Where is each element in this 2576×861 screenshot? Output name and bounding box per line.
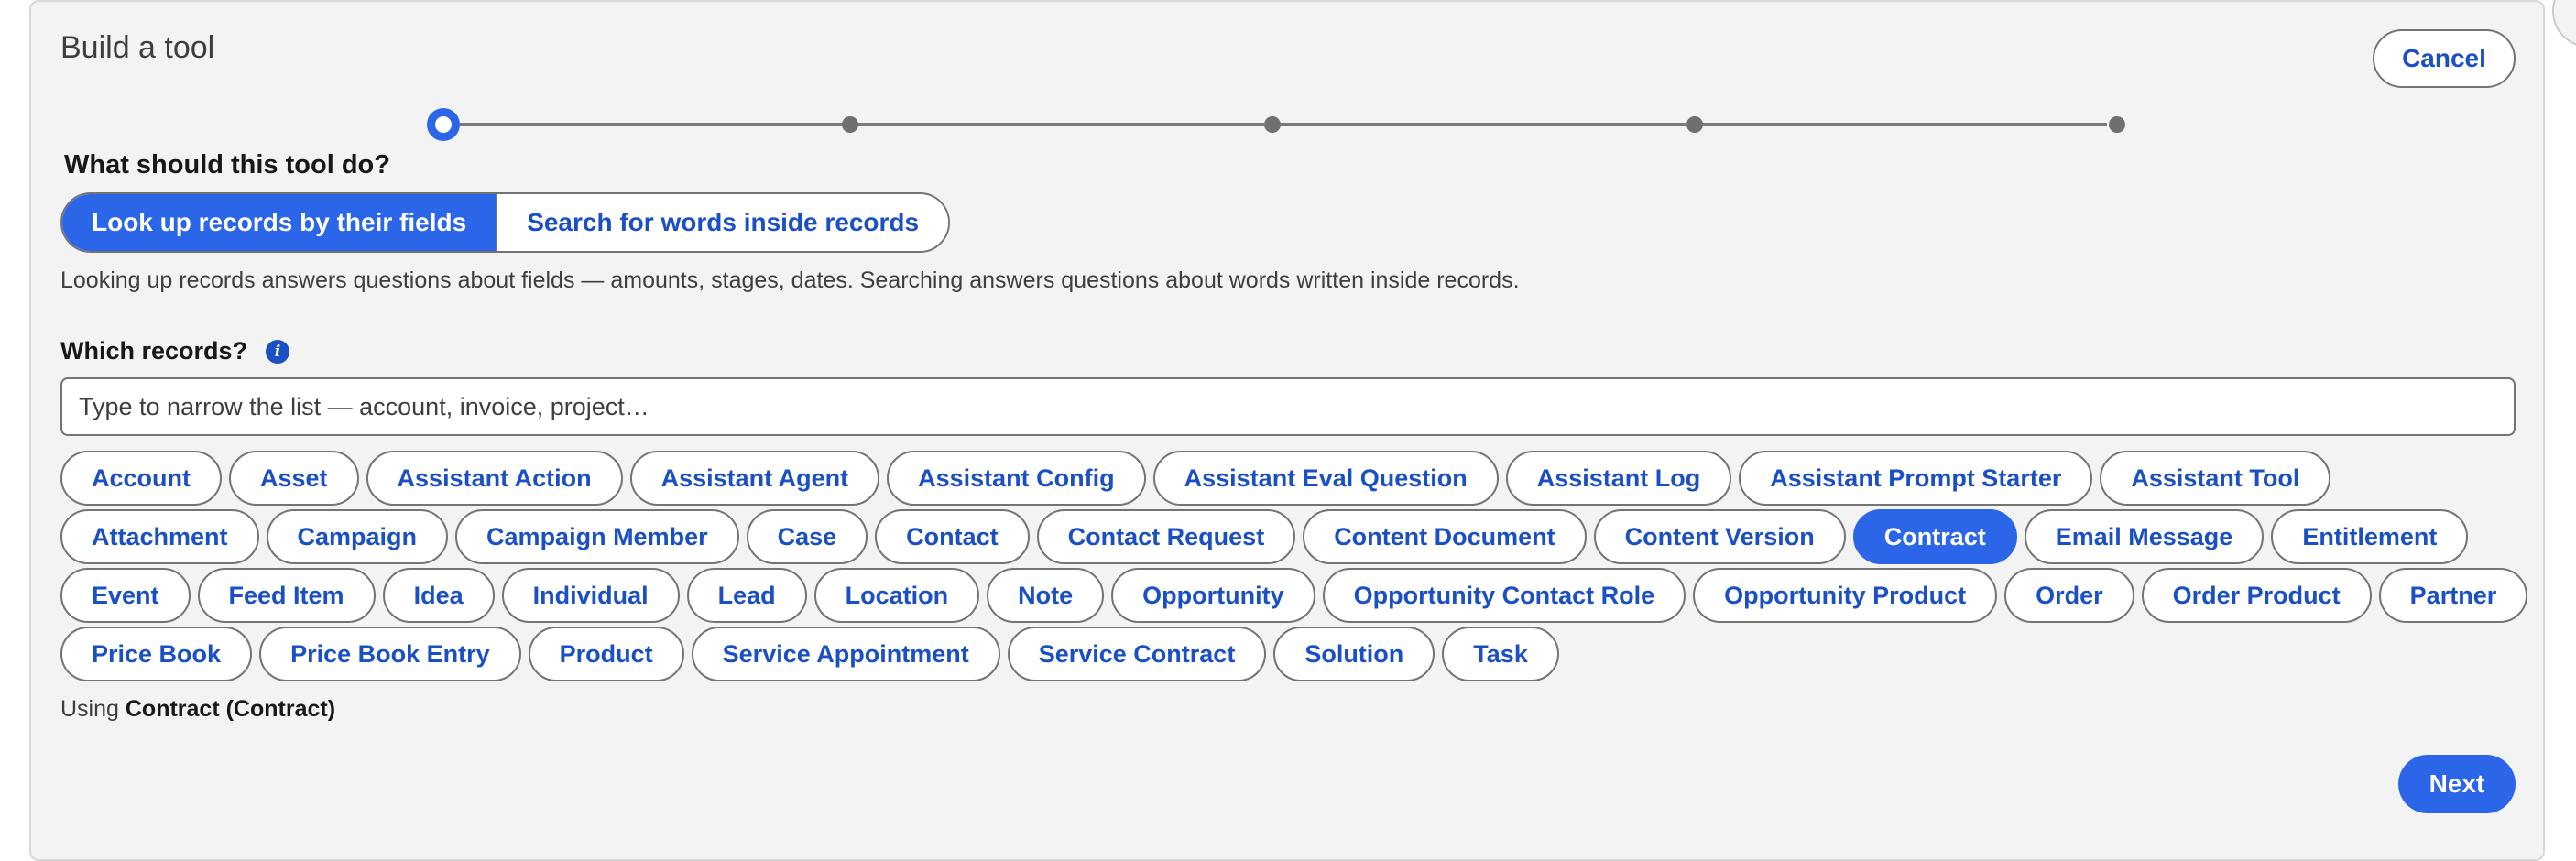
- record-chip-product[interactable]: Product: [528, 627, 684, 681]
- record-chip-account[interactable]: Account: [60, 451, 222, 506]
- record-chip-attachment[interactable]: Attachment: [60, 509, 259, 564]
- record-chip-assistant-tool[interactable]: Assistant Tool: [2100, 451, 2331, 506]
- record-chip-order-product[interactable]: Order Product: [2141, 568, 2372, 623]
- selection-summary-prefix: Using: [60, 696, 126, 722]
- tool-purpose-question: What should this tool do?: [64, 150, 390, 180]
- record-chip-assistant-log[interactable]: Assistant Log: [1505, 451, 1732, 506]
- record-chip-partner[interactable]: Partner: [2378, 568, 2528, 623]
- record-chip-contact[interactable]: Contact: [875, 509, 1030, 564]
- record-chip-assistant-eval-question[interactable]: Assistant Eval Question: [1152, 451, 1499, 506]
- record-chip-feed-item[interactable]: Feed Item: [197, 568, 376, 623]
- record-chip-email-message[interactable]: Email Message: [2024, 509, 2265, 564]
- mode-lookup-option[interactable]: Look up records by their fields: [62, 194, 497, 251]
- mode-search-option[interactable]: Search for words inside records: [496, 194, 949, 251]
- records-search-input[interactable]: [60, 377, 2516, 436]
- record-chip-assistant-action[interactable]: Assistant Action: [366, 451, 623, 506]
- record-chip-price-book-entry[interactable]: Price Book Entry: [259, 627, 521, 681]
- records-label-row: Which records? i: [60, 337, 290, 365]
- record-chip-assistant-prompt-starter[interactable]: Assistant Prompt Starter: [1739, 451, 2093, 506]
- page-title: Build a tool: [60, 30, 215, 65]
- record-chip-price-book[interactable]: Price Book: [60, 627, 253, 681]
- stepper-line: [1700, 123, 2107, 126]
- stepper-line: [460, 123, 843, 126]
- record-chip-opportunity-product[interactable]: Opportunity Product: [1693, 568, 1998, 623]
- record-chip-contract[interactable]: Contract: [1852, 509, 2017, 564]
- step-3-indicator: [1264, 116, 1281, 133]
- selection-summary: Using Contract (Contract): [60, 696, 335, 723]
- record-chip-opportunity[interactable]: Opportunity: [1111, 568, 1315, 623]
- next-button[interactable]: Next: [2398, 755, 2516, 813]
- stepper-line: [857, 123, 1264, 126]
- cancel-button[interactable]: Cancel: [2373, 29, 2516, 88]
- record-chip-order[interactable]: Order: [2004, 568, 2134, 623]
- record-chip-lead[interactable]: Lead: [686, 568, 807, 623]
- step-2-indicator: [842, 116, 858, 133]
- record-chip-opportunity-contact-role[interactable]: Opportunity Contact Role: [1322, 568, 1686, 623]
- record-chip-campaign[interactable]: Campaign: [266, 509, 449, 564]
- record-chip-idea[interactable]: Idea: [382, 568, 495, 623]
- record-chip-asset[interactable]: Asset: [229, 451, 359, 506]
- progress-stepper: [427, 108, 2140, 141]
- record-chip-assistant-config[interactable]: Assistant Config: [887, 451, 1146, 506]
- record-chip-campaign-member[interactable]: Campaign Member: [455, 509, 739, 564]
- record-chip-note[interactable]: Note: [987, 568, 1105, 623]
- record-chip-content-version[interactable]: Content Version: [1593, 509, 1846, 564]
- mode-toggle: Look up records by their fields Search f…: [60, 192, 951, 253]
- selection-summary-value: Contract (Contract): [125, 696, 336, 722]
- record-chip-location[interactable]: Location: [813, 568, 980, 623]
- record-chip-service-appointment[interactable]: Service Appointment: [691, 627, 1000, 681]
- record-chip-case[interactable]: Case: [746, 509, 868, 564]
- records-label: Which records?: [60, 337, 248, 365]
- step-5-indicator: [2109, 116, 2125, 133]
- record-chip-assistant-agent[interactable]: Assistant Agent: [629, 451, 880, 506]
- record-type-list: Account Asset Assistant Action Assistant Ag…: [60, 451, 2534, 681]
- record-chip-service-contract[interactable]: Service Contract: [1007, 627, 1267, 681]
- step-1-current-indicator: [427, 108, 460, 141]
- stepper-line: [1279, 123, 1686, 126]
- record-chip-entitlement[interactable]: Entitlement: [2271, 509, 2469, 564]
- record-chip-content-document[interactable]: Content Document: [1303, 509, 1587, 564]
- record-chip-individual[interactable]: Individual: [501, 568, 680, 623]
- side-panel-handle[interactable]: [2552, 0, 2576, 48]
- record-chip-event[interactable]: Event: [60, 568, 191, 623]
- info-icon[interactable]: i: [266, 339, 290, 364]
- record-chip-contact-request[interactable]: Contact Request: [1036, 509, 1296, 564]
- record-chip-solution[interactable]: Solution: [1273, 627, 1435, 681]
- step-4-indicator: [1686, 116, 1703, 133]
- mode-help-text: Looking up records answers questions abo…: [60, 267, 1520, 293]
- record-chip-task[interactable]: Task: [1442, 627, 1559, 681]
